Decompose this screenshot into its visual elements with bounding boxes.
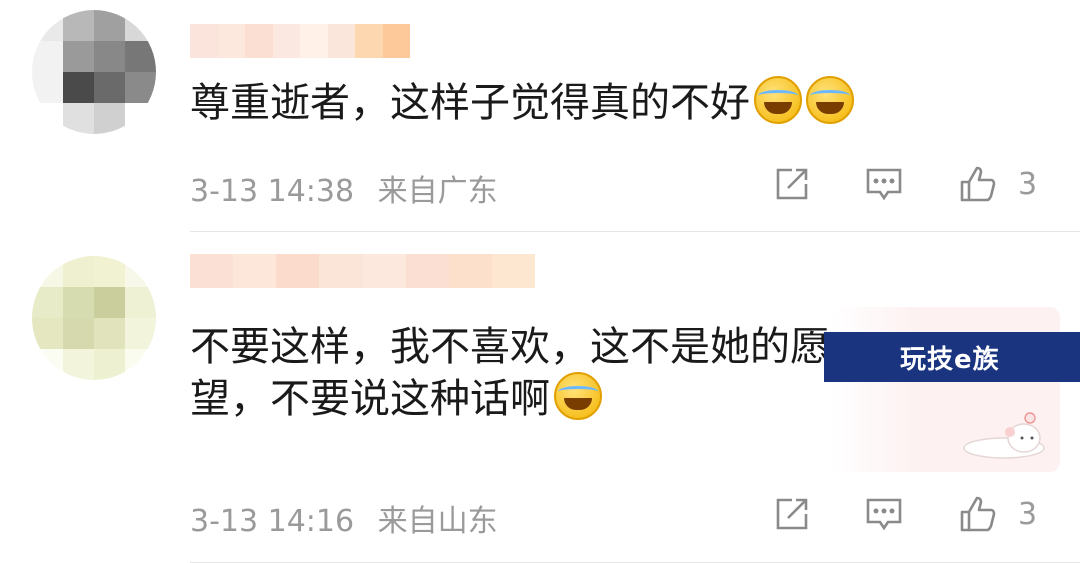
laugh-cry-emoji (754, 76, 802, 124)
avatar-pixel (94, 318, 125, 349)
comment-body: 尊重逝者，这样子觉得真的不好 (190, 80, 750, 126)
avatar-pixel (63, 41, 94, 72)
avatar-pixel (63, 72, 94, 103)
avatar-pixel (94, 103, 125, 134)
avatar-pixel (125, 103, 156, 134)
comment-item-2: 不要这样，我不喜欢，这不是她的愿望，不要说这种话啊 3-13 14:16 来自山… (0, 232, 1080, 563)
reply-icon[interactable] (864, 494, 904, 534)
username-pixel (272, 24, 300, 58)
username-pixel (327, 24, 355, 58)
username-pixel (233, 254, 277, 288)
avatar-pixel (63, 103, 94, 134)
like-count: 3 (1018, 166, 1038, 202)
like-icon[interactable] (958, 164, 998, 204)
avatar-pixel (63, 287, 94, 318)
avatar-pixel (32, 349, 63, 380)
share-icon[interactable] (772, 164, 812, 204)
avatar-pixel (125, 349, 156, 380)
reply-icon[interactable] (864, 164, 904, 204)
comment-text: 尊重逝者，这样子觉得真的不好 (190, 76, 854, 128)
avatar-pixel (125, 41, 156, 72)
avatar-pixel (63, 10, 94, 41)
cat-sticker (963, 412, 1045, 459)
username-pixel (448, 254, 492, 288)
username-pixel (190, 24, 218, 58)
avatar[interactable] (32, 10, 156, 134)
username-blurred[interactable] (190, 24, 410, 58)
comment-time: 3-13 14:16 (190, 504, 355, 539)
avatar-pixel (32, 287, 63, 318)
comment-meta: 3-13 14:16 来自山东 (190, 496, 498, 540)
comment-item-1: 尊重逝者，这样子觉得真的不好 3-13 14:38 来自广东 3 (0, 0, 1080, 232)
like-count: 3 (1018, 496, 1038, 532)
watermark-logo: 玩技e族 (824, 332, 1080, 382)
like-icon[interactable] (958, 494, 998, 534)
comment-actions: 3 (772, 494, 1037, 534)
comment-meta: 3-13 14:38 来自广东 (190, 166, 498, 210)
username-blurred[interactable] (190, 254, 535, 288)
username-pixel (382, 24, 410, 58)
avatar-pixel (94, 256, 125, 287)
avatar-pixel (125, 256, 156, 287)
username-pixel (319, 254, 363, 288)
avatar-pixel (32, 318, 63, 349)
avatar-pixel (94, 349, 125, 380)
username-pixel (217, 24, 245, 58)
avatar-pixel (63, 349, 94, 380)
comment-location: 来自广东 (377, 174, 498, 209)
username-pixel (190, 254, 234, 288)
comment-text: 不要这样，我不喜欢，这不是她的愿望，不要说这种话啊 (190, 322, 830, 424)
avatar-pixel (94, 10, 125, 41)
laugh-cry-emoji (806, 76, 854, 124)
username-pixel (245, 24, 273, 58)
avatar-pixel (32, 41, 63, 72)
avatar-pixel (63, 256, 94, 287)
username-pixel (405, 254, 449, 288)
avatar-pixel (94, 72, 125, 103)
avatar[interactable] (32, 256, 156, 380)
username-pixel (300, 24, 328, 58)
avatar-pixel (125, 72, 156, 103)
avatar-pixel (32, 256, 63, 287)
avatar-pixel (94, 287, 125, 318)
avatar-pixel (125, 287, 156, 318)
avatar-pixel (125, 10, 156, 41)
comment-time: 3-13 14:38 (190, 174, 355, 209)
username-pixel (355, 24, 383, 58)
avatar-pixel (94, 41, 125, 72)
avatar-pixel (32, 72, 63, 103)
share-icon[interactable] (772, 494, 812, 534)
avatar-pixel (125, 318, 156, 349)
comment-location: 来自山东 (377, 504, 498, 539)
avatar-pixel (63, 318, 94, 349)
username-pixel (362, 254, 406, 288)
username-pixel (276, 254, 320, 288)
avatar-pixel (32, 10, 63, 41)
avatar-pixel (32, 103, 63, 134)
comment-actions: 3 (772, 164, 1037, 204)
username-pixel (491, 254, 535, 288)
comment-body: 不要这样，我不喜欢，这不是她的愿望，不要说这种话啊 (190, 324, 830, 422)
laugh-cry-emoji (554, 372, 602, 420)
